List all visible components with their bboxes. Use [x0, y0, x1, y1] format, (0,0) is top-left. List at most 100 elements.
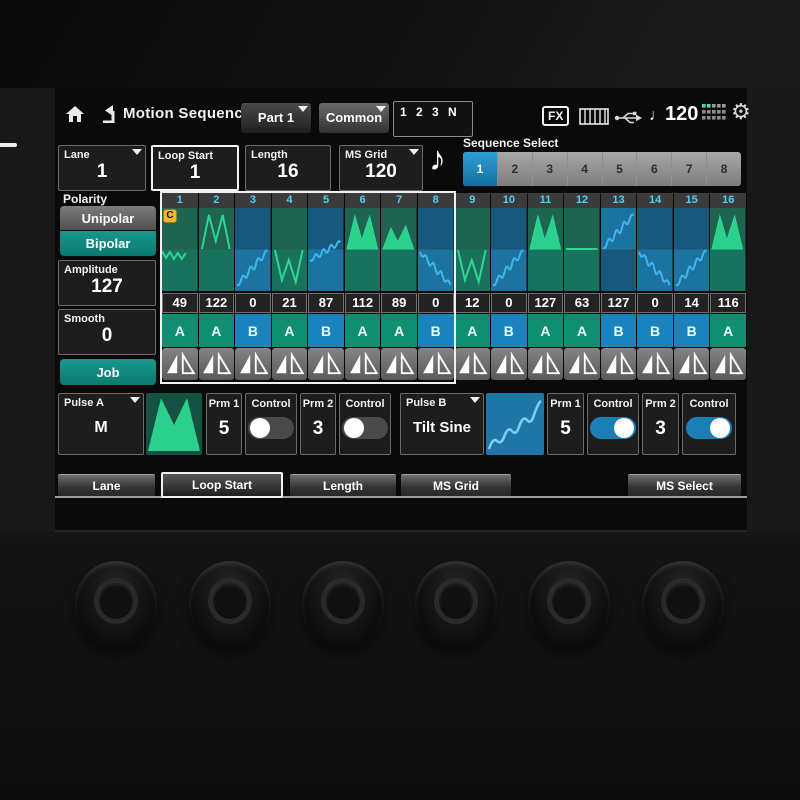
step-value-15[interactable]: 14 [674, 293, 710, 313]
tempo-display[interactable]: ♩120 [649, 103, 698, 126]
pulse-b-control1-toggle[interactable] [590, 417, 636, 439]
step-pulse-7[interactable]: A [381, 314, 417, 347]
step-value-12[interactable]: 63 [564, 293, 600, 313]
live-set-grid-icon[interactable] [702, 104, 726, 121]
step-pulse-13[interactable]: B [601, 314, 637, 347]
step-pulse-4[interactable]: A [272, 314, 308, 347]
sequence-select-3[interactable]: 3 [533, 152, 568, 186]
pulse-b-box[interactable]: Pulse B Tilt Sine [400, 393, 484, 455]
step-value-6[interactable]: 112 [345, 293, 381, 313]
step-value-11[interactable]: 127 [528, 293, 564, 313]
step-value-1[interactable]: 49 [162, 293, 198, 313]
step-direction-9[interactable] [455, 348, 491, 380]
step-pulse-8[interactable]: B [418, 314, 454, 347]
step-direction-15[interactable] [674, 348, 710, 380]
pulse-b-control2-toggle[interactable] [686, 417, 732, 439]
step-wave-3[interactable] [235, 208, 271, 291]
length-box[interactable]: Length 16 [245, 145, 331, 191]
step-value-3[interactable]: 0 [235, 293, 271, 313]
step-wave-9[interactable] [455, 208, 491, 291]
common-select[interactable]: Common [319, 103, 389, 133]
step-value-13[interactable]: 127 [601, 293, 637, 313]
knob-4[interactable] [415, 561, 497, 647]
pulse-b-prm2-box[interactable]: Prm 2 3 [642, 393, 679, 455]
unipolar-button[interactable]: Unipolar [60, 206, 156, 230]
ms-grid-box[interactable]: MS Grid 120 [339, 145, 423, 191]
performance-display[interactable]: 1 2 3 N [393, 101, 473, 137]
step-pulse-2[interactable]: A [199, 314, 235, 347]
tab-ms-grid[interactable]: MS Grid [401, 474, 511, 496]
step-wave-5[interactable] [308, 208, 344, 291]
step-value-4[interactable]: 21 [272, 293, 308, 313]
lane-box[interactable]: Lane 1 [58, 145, 146, 191]
step-value-16[interactable]: 116 [710, 293, 746, 313]
step-direction-1[interactable] [162, 348, 198, 380]
step-pulse-6[interactable]: A [345, 314, 381, 347]
step-direction-5[interactable] [308, 348, 344, 380]
step-wave-14[interactable] [637, 208, 673, 291]
back-up-icon[interactable] [97, 105, 117, 123]
sequence-select-6[interactable]: 6 [637, 152, 672, 186]
pulse-a-control2-toggle[interactable] [342, 417, 388, 439]
step-value-5[interactable]: 87 [308, 293, 344, 313]
step-pulse-15[interactable]: B [674, 314, 710, 347]
step-pulse-1[interactable]: A [162, 314, 198, 347]
fx-button[interactable]: FX [542, 106, 569, 126]
sequence-select-2[interactable]: 2 [498, 152, 533, 186]
home-icon[interactable] [65, 105, 85, 123]
sequence-select-4[interactable]: 4 [568, 152, 603, 186]
step-direction-4[interactable] [272, 348, 308, 380]
tab-ms-select[interactable]: MS Select [628, 474, 741, 496]
tab-length[interactable]: Length [290, 474, 396, 496]
step-pulse-16[interactable]: A [710, 314, 746, 347]
tab-loop-start[interactable]: Loop Start [161, 472, 283, 498]
step-direction-14[interactable] [637, 348, 673, 380]
knob-3[interactable] [302, 561, 384, 647]
step-pulse-9[interactable]: A [455, 314, 491, 347]
pulse-a-control1-toggle[interactable] [248, 417, 294, 439]
step-wave-16[interactable] [710, 208, 746, 291]
step-wave-12[interactable] [564, 208, 600, 291]
step-value-7[interactable]: 89 [381, 293, 417, 313]
step-direction-8[interactable] [418, 348, 454, 380]
sequence-select-7[interactable]: 7 [672, 152, 707, 186]
step-value-8[interactable]: 0 [418, 293, 454, 313]
step-value-2[interactable]: 122 [199, 293, 235, 313]
sequence-select-1[interactable]: 1 [463, 152, 498, 186]
tab-lane[interactable]: Lane [58, 474, 155, 496]
step-wave-15[interactable] [674, 208, 710, 291]
step-direction-16[interactable] [710, 348, 746, 380]
bipolar-button[interactable]: Bipolar [60, 231, 156, 256]
knob-5[interactable] [528, 561, 610, 647]
knob-1[interactable] [75, 561, 157, 647]
step-direction-10[interactable] [491, 348, 527, 380]
keyboard-icon[interactable] [579, 108, 609, 125]
step-pulse-11[interactable]: A [528, 314, 564, 347]
step-direction-7[interactable] [381, 348, 417, 380]
step-wave-11[interactable] [528, 208, 564, 291]
step-wave-2[interactable] [199, 208, 235, 291]
step-direction-3[interactable] [235, 348, 271, 380]
step-pulse-14[interactable]: B [637, 314, 673, 347]
loop-start-box[interactable]: Loop Start 1 [151, 145, 239, 191]
amplitude-box[interactable]: Amplitude 127 [58, 260, 156, 306]
gear-icon[interactable]: ⚙ [731, 99, 751, 125]
step-pulse-3[interactable]: B [235, 314, 271, 347]
step-direction-11[interactable] [528, 348, 564, 380]
pulse-a-prm2-box[interactable]: Prm 2 3 [300, 393, 336, 455]
step-wave-6[interactable] [345, 208, 381, 291]
sequence-select-5[interactable]: 5 [603, 152, 638, 186]
knob-6[interactable] [642, 561, 724, 647]
step-value-14[interactable]: 0 [637, 293, 673, 313]
pulse-a-box[interactable]: Pulse A M [58, 393, 144, 455]
job-button[interactable]: Job [60, 359, 156, 385]
step-wave-4[interactable] [272, 208, 308, 291]
step-wave-10[interactable] [491, 208, 527, 291]
pulse-b-prm1-box[interactable]: Prm 1 5 [547, 393, 584, 455]
step-value-10[interactable]: 0 [491, 293, 527, 313]
pulse-a-prm1-box[interactable]: Prm 1 5 [206, 393, 242, 455]
step-direction-6[interactable] [345, 348, 381, 380]
step-wave-13[interactable] [601, 208, 637, 291]
step-value-9[interactable]: 12 [455, 293, 491, 313]
step-direction-13[interactable] [601, 348, 637, 380]
